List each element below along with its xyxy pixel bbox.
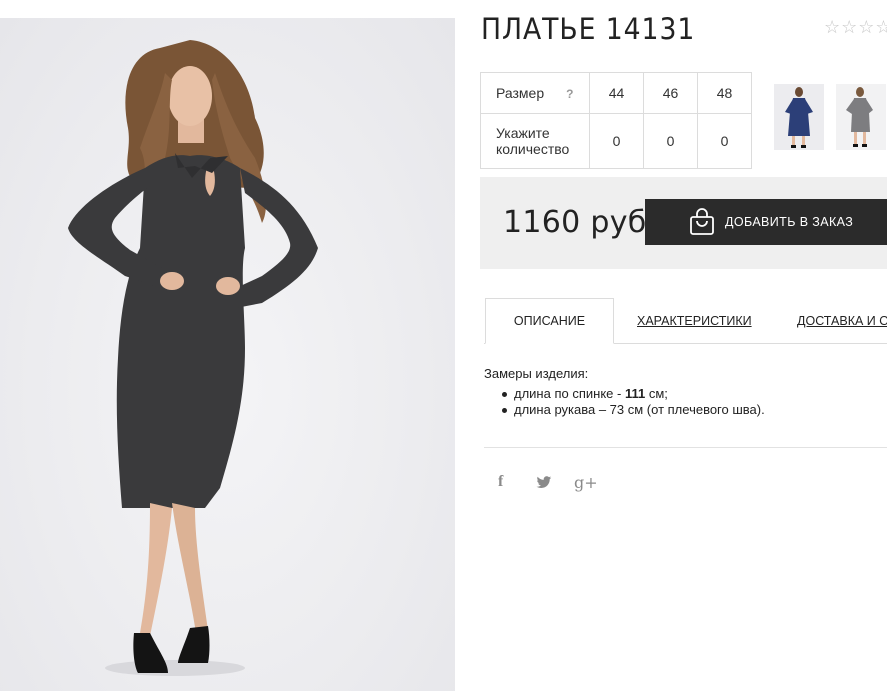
- size-row: Размер? 44 46 48: [480, 72, 752, 114]
- size-option: 46: [643, 72, 698, 114]
- add-to-order-label: ДОБАВИТЬ В ЗАКАЗ: [725, 215, 854, 229]
- star-icon[interactable]: ☆: [841, 18, 857, 36]
- facebook-icon[interactable]: f: [498, 472, 536, 492]
- twitter-icon[interactable]: [536, 472, 574, 492]
- measurements-list: длина по спинке - 111 см; длина рукава –…: [484, 386, 765, 418]
- measure-text: длина рукава – 73 см (от плечевого шва).: [514, 402, 765, 417]
- quantity-input[interactable]: 0: [589, 113, 644, 169]
- star-icon[interactable]: ☆: [824, 18, 840, 36]
- thumbnail-blue-dress[interactable]: [774, 84, 824, 150]
- list-item: длина рукава – 73 см (от плечевого шва).: [502, 402, 765, 418]
- measurements-heading: Замеры изделия:: [484, 366, 589, 381]
- product-title: ПЛАТЬЕ 14131: [481, 12, 696, 46]
- social-share: f g+: [498, 472, 612, 492]
- size-option: 44: [589, 72, 644, 114]
- star-icon[interactable]: ☆: [875, 18, 887, 36]
- measure-value: 111: [624, 386, 646, 401]
- size-option: 48: [697, 72, 752, 114]
- quantity-row: Укажите количество 0 0 0: [480, 113, 752, 169]
- size-quantity-table: Размер? 44 46 48 Укажите количество 0 0 …: [480, 72, 752, 169]
- shopping-bag-icon: [689, 208, 715, 236]
- measure-text: длина по спинке -: [514, 386, 625, 401]
- product-main-photo[interactable]: [0, 18, 455, 691]
- product-price: 1160 руб: [503, 205, 647, 240]
- tab-characteristics[interactable]: ХАРАКТЕРИСТИКИ: [637, 298, 752, 344]
- quantity-input[interactable]: 0: [643, 113, 698, 169]
- description-panel: Замеры изделия: длина по спинке - 111 см…: [484, 366, 765, 418]
- list-item: длина по спинке - 111 см;: [502, 386, 765, 402]
- thumbnail-grey-dress[interactable]: [836, 84, 886, 150]
- size-label-cell: Размер?: [480, 72, 590, 114]
- rating-stars[interactable]: ☆ ☆ ☆ ☆: [824, 18, 887, 36]
- quantity-input[interactable]: 0: [697, 113, 752, 169]
- quantity-label: Укажите количество: [480, 113, 590, 169]
- star-icon[interactable]: ☆: [858, 18, 874, 36]
- price-box: 1160 руб ДОБАВИТЬ В ЗАКАЗ: [480, 177, 887, 269]
- tab-delivery-payment[interactable]: ДОСТАВКА И ОП: [797, 298, 887, 344]
- google-plus-icon[interactable]: g+: [574, 472, 612, 492]
- measure-unit: см;: [645, 386, 668, 401]
- size-label: Размер: [496, 85, 545, 101]
- section-divider: [484, 447, 887, 448]
- tab-description[interactable]: ОПИСАНИЕ: [485, 298, 614, 344]
- size-help-icon[interactable]: ?: [566, 87, 573, 101]
- add-to-order-button[interactable]: ДОБАВИТЬ В ЗАКАЗ: [645, 199, 887, 245]
- product-tabs: ОПИСАНИЕ ХАРАКТЕРИСТИКИ ДОСТАВКА И ОП: [484, 298, 887, 344]
